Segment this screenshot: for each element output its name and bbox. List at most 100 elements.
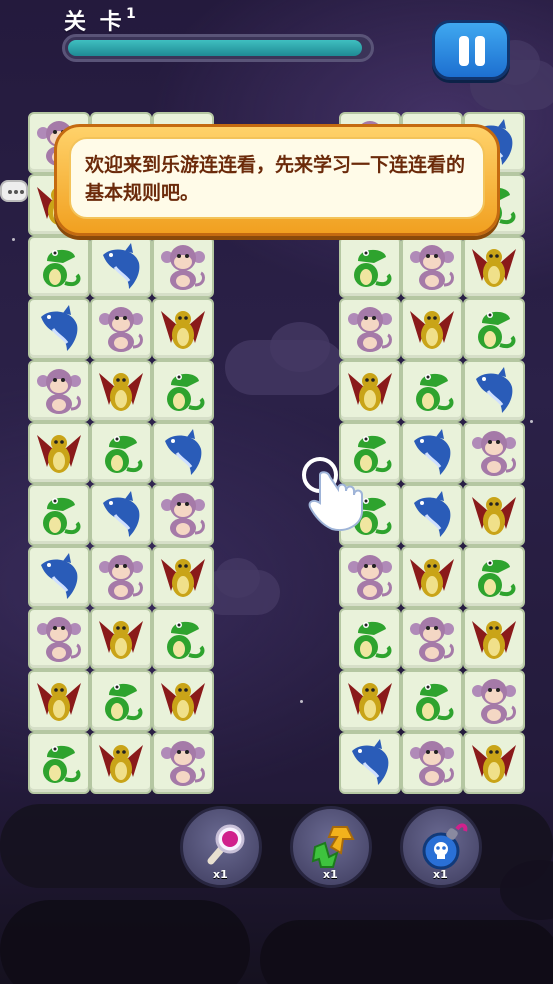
monkey-icon [161,245,205,290]
pause-icon [475,36,485,66]
tile-croc[interactable] [339,608,401,670]
tile-monkey[interactable] [28,608,90,670]
tutorial-tooltip-panel: 欢迎来到乐游连连看，先来学习一下连连看的基本规则吧。 [69,137,485,219]
tile-dragon[interactable] [152,546,214,608]
tile-dolphin[interactable] [28,546,90,608]
tile-dragon[interactable] [339,360,401,422]
monkey-icon [348,555,392,600]
background-star [300,700,303,703]
tile-monkey[interactable] [28,360,90,422]
background-cloud [215,558,260,598]
tile-croc[interactable] [90,670,152,732]
tile-croc[interactable] [463,298,525,360]
bomb-button[interactable]: x1 [400,806,482,888]
tile-monkey[interactable] [401,608,463,670]
croc-icon [43,745,81,783]
tile-dolphin[interactable] [339,732,401,794]
dolphin-icon [41,553,78,599]
monkey-icon [472,431,516,476]
dolphin-icon [103,491,140,537]
tile-croc[interactable] [28,732,90,794]
tile-dolphin[interactable] [463,360,525,422]
shuffle-button[interactable]: x1 [290,806,372,888]
tile-dolphin[interactable] [401,422,463,484]
monkey-icon [99,555,143,600]
tile-dolphin[interactable] [401,484,463,546]
background-star [12,238,15,241]
tile-dragon[interactable] [90,360,152,422]
tile-dragon[interactable] [339,670,401,732]
tile-dragon[interactable] [463,732,525,794]
tile-dragon[interactable] [401,546,463,608]
croc-icon [43,497,81,535]
tile-croc[interactable] [152,360,214,422]
monkey-icon [161,493,205,538]
dragon-icon [410,559,454,597]
tile-dragon[interactable] [28,422,90,484]
tile-monkey[interactable] [339,298,401,360]
tile-dragon[interactable] [463,608,525,670]
dragon-icon [161,311,205,349]
dolphin-icon [352,739,389,785]
croc-icon [167,621,205,659]
level-progress-fill [68,40,362,56]
tutorial-tooltip: 欢迎来到乐游连连看，先来学习一下连连看的基本规则吧。 [54,124,500,236]
tile-croc[interactable] [90,422,152,484]
tile-monkey[interactable] [463,670,525,732]
tile-dragon[interactable] [28,670,90,732]
tile-monkey[interactable] [152,732,214,794]
tile-dolphin[interactable] [152,422,214,484]
tile-monkey[interactable] [152,484,214,546]
chat-icon[interactable] [0,180,28,202]
tile-croc[interactable] [339,236,401,298]
dragon-icon [472,745,516,783]
tile-croc[interactable] [401,670,463,732]
dragon-icon [37,435,81,473]
tile-dolphin[interactable] [28,298,90,360]
dragon-icon [410,311,454,349]
tile-dragon[interactable] [401,298,463,360]
dragon-icon [472,497,516,535]
dolphin-icon [103,243,140,289]
magnifier-icon [207,824,245,865]
tile-dragon[interactable] [152,670,214,732]
dolphin-icon [41,305,78,351]
dragon-icon [161,559,205,597]
tile-croc[interactable] [463,546,525,608]
tile-croc[interactable] [152,608,214,670]
tile-croc[interactable] [28,236,90,298]
dragon-icon [99,745,143,783]
tile-croc[interactable] [401,360,463,422]
monkey-icon [99,307,143,352]
dragon-icon [472,249,516,287]
tile-dragon[interactable] [90,608,152,670]
tile-monkey[interactable] [401,236,463,298]
tile-monkey[interactable] [463,422,525,484]
tile-monkey[interactable] [152,236,214,298]
monkey-icon [161,741,205,786]
tile-monkey[interactable] [90,546,152,608]
bomb-icon [422,823,468,870]
tool-count: x1 [433,868,448,881]
tile-dragon[interactable] [463,484,525,546]
magnifier-button[interactable]: x1 [180,806,262,888]
croc-icon [478,311,516,349]
croc-icon [167,373,205,411]
monkey-icon [410,245,454,290]
monkey-icon [37,369,81,414]
tile-dragon[interactable] [152,298,214,360]
tile-dolphin[interactable] [90,484,152,546]
tile-dragon[interactable] [463,236,525,298]
tile-dolphin[interactable] [90,236,152,298]
tile-monkey[interactable] [339,546,401,608]
tile-monkey[interactable] [90,298,152,360]
level-label: 关 卡 [64,10,125,35]
tile-croc[interactable] [28,484,90,546]
pause-button[interactable] [432,20,510,80]
croc-icon [416,683,454,721]
dragon-icon [161,683,205,721]
tile-monkey[interactable] [401,732,463,794]
tile-dragon[interactable] [90,732,152,794]
background-star [530,420,533,423]
monkey-icon [348,307,392,352]
